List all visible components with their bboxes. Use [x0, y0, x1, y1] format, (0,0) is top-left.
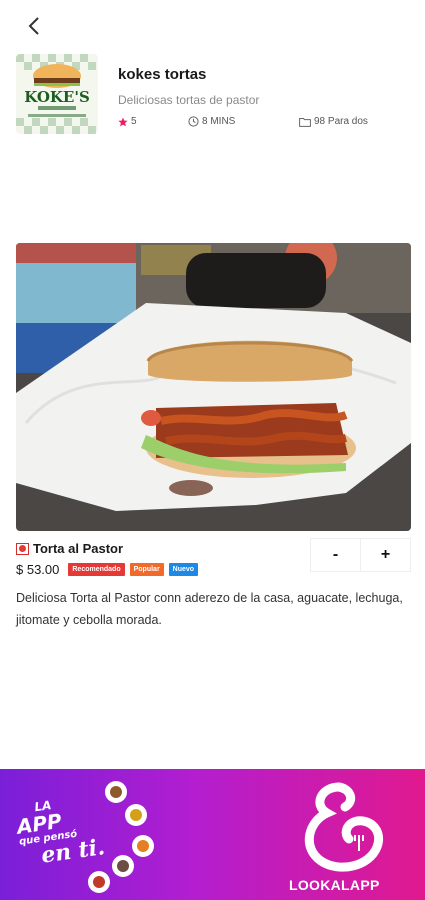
tag-nuevo: Nuevo	[168, 563, 199, 576]
promo-banner[interactable]: LA APP que pensó en ti. LOOKALAPP	[0, 769, 425, 900]
delivery-time-value: 8 MINS	[202, 116, 236, 127]
clock-icon	[188, 116, 199, 127]
lookalapp-logo-icon	[304, 782, 383, 872]
back-button[interactable]	[22, 12, 46, 40]
tag-popular: Popular	[129, 563, 164, 576]
logo-wordmark: KOKE'S	[24, 88, 90, 106]
store-description: Deliciosas tortas de pastor	[118, 93, 260, 107]
product-name: Torta al Pastor	[33, 541, 124, 556]
brand-name: LOOKALAPP	[289, 877, 380, 893]
chevron-left-icon	[28, 17, 39, 35]
star-icon	[118, 117, 128, 126]
burger-icon	[105, 781, 127, 803]
store-rating: 5	[118, 116, 137, 127]
banner-line-4: en ti.	[39, 834, 107, 869]
non-veg-indicator-icon	[16, 542, 29, 555]
tag-recomendado: Recomendado	[68, 563, 125, 576]
product-title-row: Torta al Pastor	[16, 541, 123, 556]
banner-tagline: LA APP que pensó en ti.	[14, 791, 106, 869]
store-logo: KOKE'S	[16, 54, 98, 134]
pizza-icon	[132, 835, 154, 857]
decrease-quantity-button[interactable]: -	[311, 539, 360, 571]
product-price-row: $ 53.00 Recomendado Popular Nuevo	[16, 562, 199, 577]
increase-quantity-button[interactable]: +	[360, 539, 410, 571]
price-for-two: 98 Para dos	[299, 116, 368, 127]
rating-value: 5	[131, 116, 137, 127]
quantity-stepper: - +	[310, 538, 411, 572]
store-name: kokes tortas	[118, 66, 207, 83]
delivery-time: 8 MINS	[188, 116, 235, 127]
drink-icon	[125, 804, 147, 826]
product-price: $ 53.00	[16, 562, 60, 577]
product-image	[16, 243, 411, 531]
product-description: Deliciosa Torta al Pastor conn aderezo d…	[16, 591, 403, 627]
price-for-two-value: 98 Para dos	[314, 116, 368, 127]
sandwich-icon	[112, 855, 134, 877]
dessert-icon	[88, 871, 110, 893]
folder-icon	[299, 117, 311, 127]
